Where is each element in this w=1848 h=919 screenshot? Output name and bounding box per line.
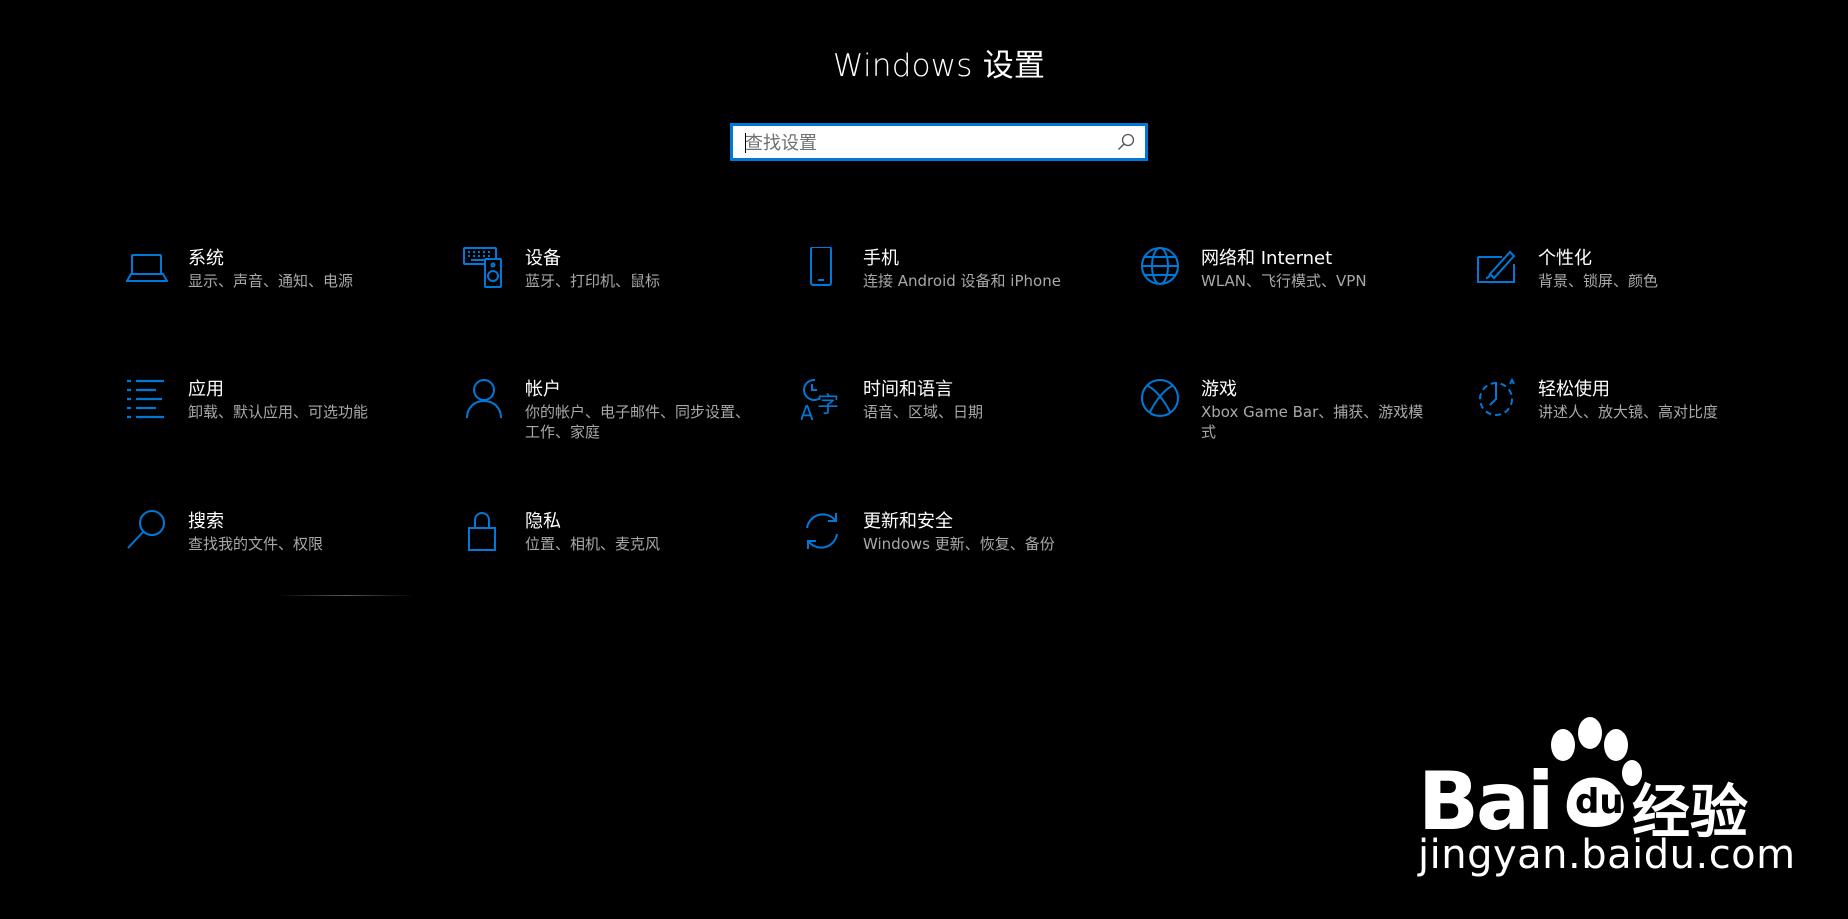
tile-description: 蓝牙、打印机、鼠标 bbox=[525, 272, 661, 290]
page-title: Windows 设置 bbox=[832, 48, 1046, 84]
baidu-jingyan-watermark: du Bai 经验 jingyan.baidu.com bbox=[1410, 715, 1795, 880]
tile-title: 隐私 bbox=[525, 511, 561, 532]
tile-time-language[interactable]: A 字 时间和语言 语音、区域、日期 bbox=[801, 378, 1091, 458]
tile-devices[interactable]: 设备 蓝牙、打印机、鼠标 bbox=[463, 247, 753, 327]
tile-description: 查找我的文件、权限 bbox=[188, 535, 324, 553]
svg-text:du: du bbox=[1575, 782, 1624, 822]
tile-title: 系统 bbox=[188, 248, 224, 269]
person-icon bbox=[463, 378, 505, 420]
tile-personalization[interactable]: 个性化 背景、锁屏、颜色 bbox=[1476, 247, 1766, 327]
text-caret bbox=[745, 133, 746, 153]
ease-of-access-icon bbox=[1476, 378, 1518, 420]
tile-search[interactable]: 搜索 查找我的文件、权限 bbox=[126, 510, 416, 590]
tile-title: 设备 bbox=[525, 248, 561, 269]
tile-description: 卸载、默认应用、可选功能 bbox=[188, 403, 369, 421]
tile-title: 游戏 bbox=[1201, 379, 1237, 400]
tile-privacy[interactable]: 隐私 位置、相机、麦克风 bbox=[463, 510, 753, 590]
tile-title: 搜索 bbox=[188, 511, 224, 532]
tile-description: 你的帐户、电子邮件、同步设置、工作、家庭 bbox=[525, 403, 751, 441]
tile-system[interactable]: 系统 显示、声音、通知、电源 bbox=[126, 247, 416, 327]
tile-title: 更新和安全 bbox=[863, 511, 953, 532]
tile-title: 帐户 bbox=[525, 379, 561, 400]
apps-list-icon bbox=[126, 378, 168, 420]
search-input[interactable] bbox=[743, 126, 1107, 160]
time-language-icon: A 字 bbox=[801, 378, 843, 420]
tile-description: 位置、相机、麦克风 bbox=[525, 535, 661, 553]
tile-apps[interactable]: 应用 卸载、默认应用、可选功能 bbox=[126, 378, 416, 458]
tile-description: Xbox Game Bar、捕获、游戏模式 bbox=[1201, 403, 1424, 441]
tile-title: 轻松使用 bbox=[1538, 379, 1610, 400]
keyboard-speaker-icon bbox=[463, 247, 505, 289]
tile-description: 讲述人、放大镜、高对比度 bbox=[1538, 403, 1719, 421]
settings-window: Windows 设置 系统 显示、声音、通知、电源 bbox=[0, 0, 1848, 919]
tile-title: 网络和 Internet bbox=[1201, 248, 1333, 269]
sync-icon bbox=[801, 510, 843, 552]
search-icon bbox=[126, 510, 168, 552]
phone-icon bbox=[801, 247, 843, 289]
tile-description: 连接 Android 设备和 iPhone bbox=[863, 272, 1061, 290]
lock-icon bbox=[463, 510, 505, 552]
laptop-icon bbox=[126, 247, 168, 289]
tile-description: 显示、声音、通知、电源 bbox=[188, 272, 354, 290]
paint-brush-icon bbox=[1476, 247, 1518, 289]
tile-description: WLAN、飞行模式、VPN bbox=[1201, 272, 1367, 290]
tile-phone[interactable]: 手机 连接 Android 设备和 iPhone bbox=[801, 247, 1091, 327]
tile-ease-of-access[interactable]: 轻松使用 讲述人、放大镜、高对比度 bbox=[1476, 378, 1766, 458]
tile-title: 时间和语言 bbox=[863, 379, 953, 400]
tile-description: 语音、区域、日期 bbox=[863, 403, 984, 421]
search-box[interactable] bbox=[730, 123, 1148, 161]
tile-title: 应用 bbox=[188, 379, 224, 400]
tile-accounts[interactable]: 帐户 你的帐户、电子邮件、同步设置、工作、家庭 bbox=[463, 378, 753, 458]
divider bbox=[275, 595, 415, 596]
search-icon[interactable] bbox=[1116, 132, 1136, 152]
tile-network[interactable]: 网络和 Internet WLAN、飞行模式、VPN bbox=[1139, 247, 1429, 327]
watermark-url: jingyan.baidu.com bbox=[1418, 832, 1796, 878]
tile-update-security[interactable]: 更新和安全 Windows 更新、恢复、备份 bbox=[801, 510, 1091, 590]
xbox-icon bbox=[1139, 378, 1181, 420]
svg-text:字: 字 bbox=[817, 393, 839, 418]
tile-title: 手机 bbox=[863, 248, 899, 269]
svg-text:A: A bbox=[801, 401, 814, 420]
tile-title: 个性化 bbox=[1538, 248, 1592, 269]
tile-description: 背景、锁屏、颜色 bbox=[1538, 272, 1659, 290]
globe-icon bbox=[1139, 247, 1181, 289]
tile-gaming[interactable]: 游戏 Xbox Game Bar、捕获、游戏模式 bbox=[1139, 378, 1429, 458]
tile-description: Windows 更新、恢复、备份 bbox=[863, 535, 1055, 553]
